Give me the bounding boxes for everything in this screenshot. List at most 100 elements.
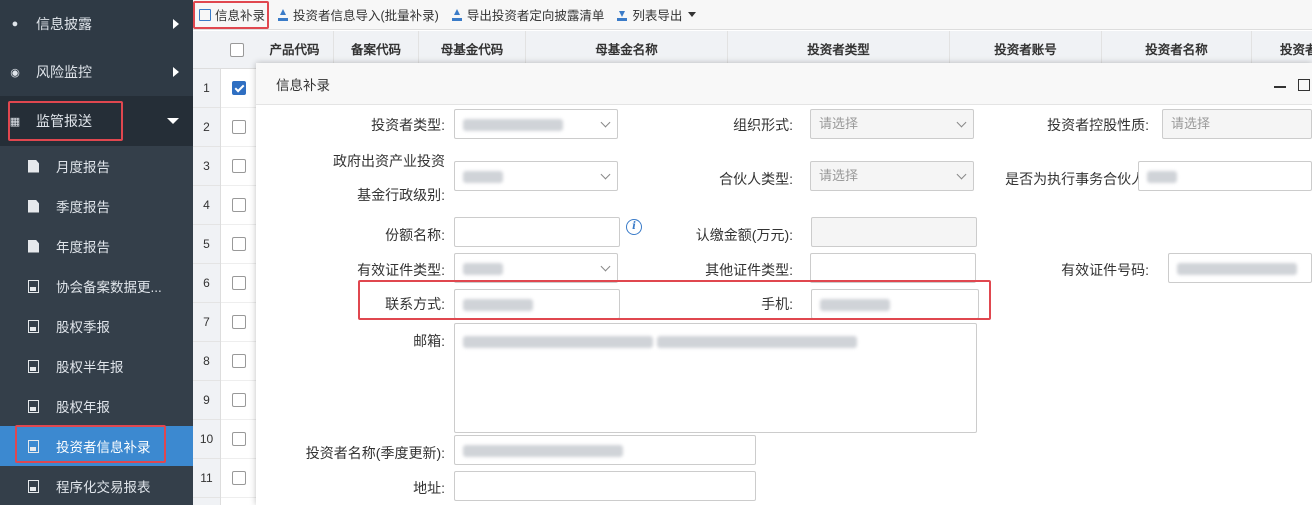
sidebar-item-label: 季度报告 (56, 200, 110, 215)
info-icon[interactable]: i (626, 219, 642, 235)
mobile-input[interactable] (811, 289, 979, 319)
info-supplement-button[interactable]: 信息补录 (199, 5, 265, 24)
row-checkbox[interactable] (221, 108, 256, 147)
sidebar-item-label: 协会备案数据更... (56, 280, 162, 295)
sidebar-item-risk-monitor[interactable]: ◉ 风险监控 (0, 48, 193, 96)
sidebar-item-annual-report[interactable]: 年度报告 (0, 226, 193, 266)
button-label: 信息补录 (215, 9, 266, 23)
upload-icon (277, 8, 289, 21)
control-nature-select[interactable]: 请选择 (1162, 109, 1312, 139)
row-number: 2 (193, 108, 220, 147)
mobile-label: 手机: (761, 296, 793, 312)
gov-level-label-line2: 基金行政级别: (357, 187, 445, 203)
eye-icon: ◉ (10, 66, 20, 79)
sidebar-item-equity-semiannual[interactable]: 股权半年报 (0, 346, 193, 386)
other-id-type-input[interactable] (810, 253, 976, 283)
sidebar-item-regulatory-report[interactable]: ▦ 监管报送 (0, 96, 193, 146)
sidebar-item-info-disclosure[interactable]: ● 信息披露 (0, 0, 193, 48)
partner-type-select[interactable]: 请选择 (810, 161, 974, 191)
checkbox-column (221, 69, 256, 505)
row-number: 4 (193, 186, 220, 225)
contact-input[interactable] (454, 289, 620, 319)
chevron-down-icon (167, 118, 179, 124)
partner-type-label: 合伙人类型: (719, 171, 793, 187)
sidebar-item-equity-quarterly[interactable]: 股权季报 (0, 306, 193, 346)
list-export-button[interactable]: 列表导出 (616, 5, 697, 24)
sidebar-item-equity-annual[interactable]: 股权年报 (0, 386, 193, 426)
sidebar-item-label: 月度报告 (56, 160, 110, 175)
sidebar-item-monthly-report[interactable]: 月度报告 (0, 146, 193, 186)
address-input[interactable] (454, 471, 756, 501)
row-number: 5 (193, 225, 220, 264)
sidebar-item-association-data[interactable]: 协会备案数据更... (0, 266, 193, 306)
other-id-type-label: 其他证件类型: (705, 262, 793, 278)
row-checkbox[interactable] (221, 264, 256, 303)
sidebar-item-program-trading[interactable]: 程序化交易报表 (0, 466, 193, 505)
import-investor-button[interactable]: 投资者信息导入(批量补录) (277, 5, 439, 24)
row-number: 1 (193, 69, 220, 108)
id-type-label: 有效证件类型: (357, 262, 445, 278)
grid-icon: ▦ (9, 115, 21, 128)
row-number-column: 1 2 3 4 5 6 7 8 9 10 11 (193, 69, 221, 505)
document-icon (28, 239, 39, 253)
sidebar-item-label: 风险监控 (36, 64, 92, 80)
select-all-checkbox[interactable] (230, 43, 244, 57)
id-number-input[interactable] (1168, 253, 1312, 283)
sidebar-item-label: 信息披露 (36, 16, 92, 32)
minimize-icon[interactable] (1274, 86, 1286, 88)
subscribed-amount-input[interactable] (811, 217, 977, 247)
dialog-header: 信息补录 (256, 63, 1312, 105)
image-document-icon (28, 479, 39, 493)
exec-partner-select[interactable] (1138, 161, 1312, 191)
image-document-icon (28, 279, 39, 293)
sidebar: ● 信息披露 ◉ 风险监控 ▦ 监管报送 月度报告 季度报告 年度报告 协会备案… (0, 0, 193, 505)
id-type-select[interactable] (454, 253, 618, 283)
export-disclosure-button[interactable]: 导出投资者定向披露清单 (451, 5, 604, 24)
row-checkbox[interactable] (221, 459, 256, 498)
document-icon (28, 199, 39, 213)
org-form-label: 组织形式: (733, 117, 793, 133)
sidebar-item-label: 股权季报 (56, 320, 110, 335)
subscribed-amount-label: 认缴金额(万元): (695, 227, 793, 243)
button-label: 投资者信息导入(批量补录) (293, 9, 439, 23)
control-nature-label: 投资者控股性质: (1047, 117, 1149, 133)
investor-name-quarterly-input[interactable] (454, 435, 756, 465)
image-document-icon (28, 319, 39, 333)
sidebar-item-quarterly-report[interactable]: 季度报告 (0, 186, 193, 226)
email-textarea[interactable] (454, 323, 977, 433)
download-icon (616, 9, 628, 21)
upload-icon (451, 8, 463, 21)
row-checkbox[interactable] (221, 381, 256, 420)
sidebar-item-label: 股权年报 (56, 400, 110, 415)
id-number-label: 有效证件号码: (1061, 262, 1149, 278)
button-label: 列表导出 (632, 9, 683, 23)
row-number: 6 (193, 264, 220, 303)
sidebar-item-label: 监管报送 (36, 113, 92, 129)
row-checkbox[interactable] (221, 225, 256, 264)
share-name-input[interactable] (454, 217, 620, 247)
dialog-title: 信息补录 (276, 77, 330, 93)
investor-type-label: 投资者类型: (371, 117, 445, 133)
toolbar: 信息补录 投资者信息导入(批量补录) 导出投资者定向披露清单 列表导出 (193, 0, 1312, 30)
row-number: 10 (193, 420, 220, 459)
image-document-icon (28, 399, 39, 413)
row-checkbox[interactable] (221, 186, 256, 225)
row-checkbox[interactable] (221, 303, 256, 342)
chevron-right-icon (173, 67, 179, 77)
sidebar-item-label: 程序化交易报表 (56, 480, 151, 495)
share-name-label: 份额名称: (385, 227, 445, 243)
gov-level-select[interactable] (454, 161, 618, 191)
row-checkbox[interactable] (221, 342, 256, 381)
investor-type-select[interactable] (454, 109, 618, 139)
row-checkbox[interactable] (221, 420, 256, 459)
maximize-icon[interactable] (1298, 79, 1310, 91)
sidebar-item-investor-supplement[interactable]: 投资者信息补录 (0, 426, 193, 466)
row-checkbox[interactable] (221, 69, 256, 108)
row-checkbox[interactable] (221, 147, 256, 186)
org-form-select[interactable]: 请选择 (810, 109, 974, 139)
image-document-icon (28, 359, 39, 373)
row-number: 7 (193, 303, 220, 342)
row-number: 3 (193, 147, 220, 186)
info-icon: ● (11, 18, 19, 30)
image-document-icon (28, 439, 39, 453)
